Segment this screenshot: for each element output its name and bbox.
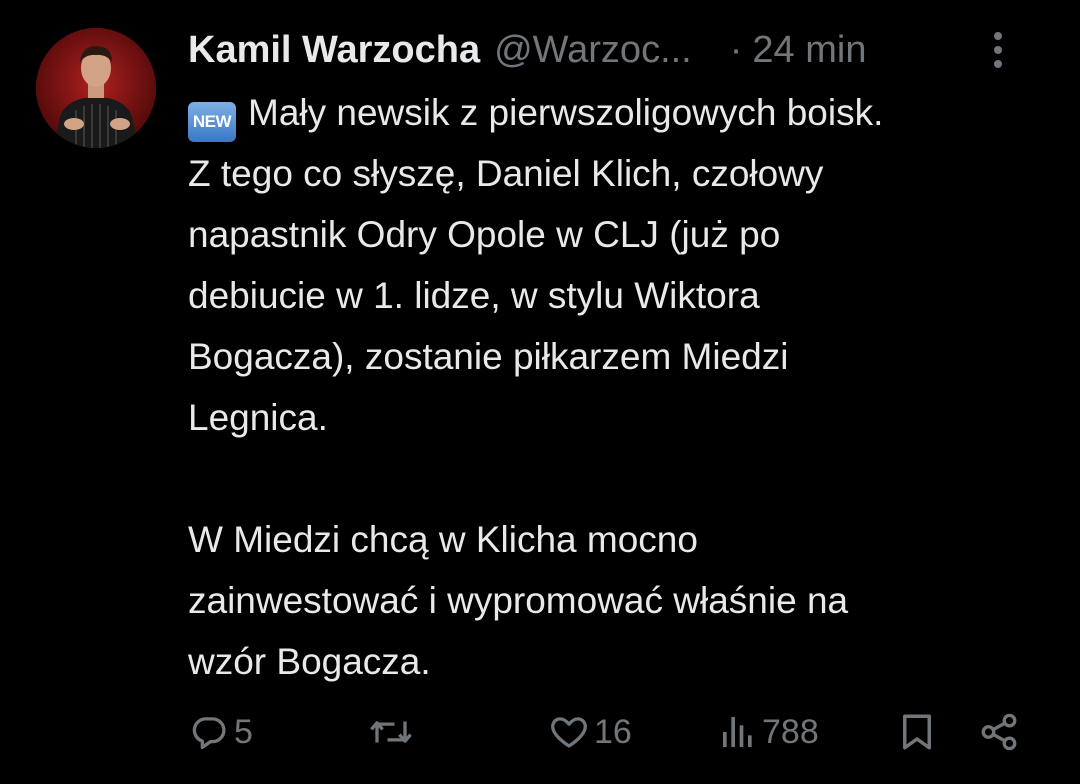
tweet-line: wzór Bogacza.	[188, 641, 431, 682]
author-handle[interactable]: @Warzoc...	[494, 29, 692, 72]
views-button[interactable]: 788	[718, 708, 819, 756]
heart-icon	[551, 717, 587, 748]
tweet-header: Kamil Warzocha @Warzoc... · 24 min	[188, 26, 1058, 74]
tweet-line: Bogacza), zostanie piłkarzem Miedzi	[188, 336, 789, 377]
reply-icon	[192, 717, 226, 750]
separator-dot: ·	[729, 28, 743, 71]
profile-photo	[36, 28, 156, 148]
tweet-line: W Miedzi chcą w Klicha mocno	[188, 519, 698, 560]
bookmark-icon	[903, 714, 931, 750]
more-vertical-icon	[994, 32, 1002, 68]
reply-count: 5	[234, 712, 253, 751]
tweet-line-text: Mały newsik z pierwszoligowych boisk.	[248, 92, 884, 133]
tweet-line: napastnik Odry Opole w CLJ (już po	[188, 214, 781, 255]
tweet-line: Z tego co słyszę, Daniel Klich, czołowy	[188, 153, 824, 194]
like-count: 16	[594, 712, 632, 751]
paragraph-break	[188, 448, 1058, 509]
tweet-line: debiucie w 1. lidze, w stylu Wiktora	[188, 275, 760, 316]
tweet-line: NEW Mały newsik z pierwszoligowych boisk.	[188, 82, 1058, 143]
tweet-line: Legnica.	[188, 397, 328, 438]
tweet-actions: 5 16 788	[188, 708, 1028, 756]
avatar[interactable]	[36, 28, 156, 148]
more-options-button[interactable]	[978, 30, 1018, 70]
tweet[interactable]: Kamil Warzocha @Warzoc... · 24 min NEW Ma…	[0, 0, 1080, 784]
tweet-line: zainwestować i wypromować właśnie na	[188, 580, 849, 621]
share-icon	[981, 713, 1017, 751]
share-button[interactable]	[978, 708, 1020, 756]
retweet-button[interactable]	[368, 708, 418, 756]
tweet-text: NEW Mały newsik z pierwszoligowych boisk.…	[188, 82, 1058, 692]
new-badge-icon: NEW	[188, 102, 236, 142]
bookmark-button[interactable]	[896, 708, 938, 756]
reply-button[interactable]: 5	[188, 708, 253, 756]
like-button[interactable]: 16	[548, 708, 632, 756]
view-count: 788	[762, 712, 819, 751]
retweet-icon	[370, 721, 412, 743]
analytics-icon	[723, 717, 752, 747]
tweet-timestamp[interactable]: 24 min	[752, 29, 866, 72]
author-display-name[interactable]: Kamil Warzocha	[188, 29, 480, 72]
